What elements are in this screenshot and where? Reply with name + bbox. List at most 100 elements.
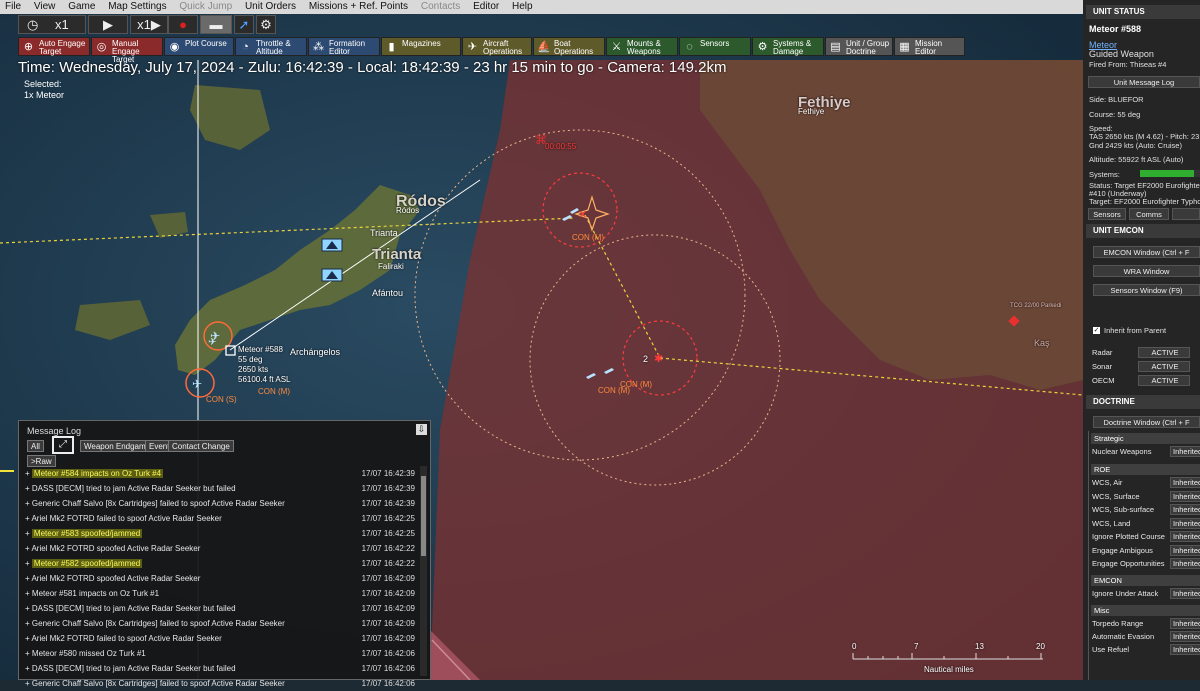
toolbar-button-12[interactable]: ▦ Mission Editor <box>894 37 965 56</box>
log-row[interactable]: + DASS [DECM] tried to jam Active Radar … <box>25 481 415 496</box>
emcon-row-value[interactable]: ACTIVE <box>1138 347 1190 358</box>
sensors-tab-button[interactable]: Sensors <box>1088 208 1126 220</box>
filter-contact-change-button[interactable]: Contact Change <box>168 440 234 452</box>
log-row[interactable]: + Generic Chaff Salvo [8x Cartridges] fa… <box>25 676 415 691</box>
toolbar-button-label: Magazines <box>402 39 441 48</box>
doctrine-row: WCS, Surface Inherited, T <box>1090 490 1200 503</box>
log-row-message: Ariel Mk2 FOTRD failed to spoof Active R… <box>31 634 222 643</box>
unit-class: Guided Weapon <box>1089 49 1154 59</box>
toolbar-button-11[interactable]: ▤ Unit / Group Doctrine <box>825 37 893 56</box>
log-row[interactable]: + Ariel Mk2 FOTRD spoofed Active Radar S… <box>25 541 415 556</box>
pause-button[interactable]: ▬ <box>200 15 232 34</box>
log-row[interactable]: + Meteor #583 spoofed/jammed 17/07 16:42:… <box>25 526 415 541</box>
wra-window-button[interactable]: WRA Window <box>1093 265 1200 277</box>
doctrine-window-button[interactable]: Doctrine Window (Ctrl + F <box>1093 416 1200 428</box>
comms-tab-button[interactable]: Comms <box>1129 208 1169 220</box>
emcon-row-value[interactable]: ACTIVE <box>1138 361 1190 372</box>
log-row[interactable]: + Meteor #582 spoofed/jammed 17/07 16:42:… <box>25 556 415 571</box>
unit-status-header[interactable]: UNIT STATUS <box>1086 5 1200 19</box>
doctrine-row-value[interactable]: Inherited, N <box>1170 446 1200 457</box>
doctrine-row-value[interactable]: Inherited, Y <box>1170 588 1200 599</box>
log-row[interactable]: + Ariel Mk2 FOTRD spoofed Active Radar S… <box>25 571 415 586</box>
emcon-window-button[interactable]: EMCON Window (Ctrl + F <box>1093 246 1200 258</box>
emcon-subheader: EMCON <box>1091 575 1200 586</box>
toolbar-button-6[interactable]: ✈ Aircraft Operations <box>462 37 532 56</box>
toolbar-button-8[interactable]: ⚔ Mounts & Weapons <box>606 37 678 56</box>
hostile-x-icon[interactable]: ✱ <box>654 352 663 365</box>
filter-weapon-endgame-button[interactable]: Weapon Endgame <box>80 440 155 452</box>
menu-view[interactable]: View <box>29 0 61 12</box>
doctrine-row-value[interactable]: Inherited, T <box>1170 477 1200 488</box>
hostile-x-icon[interactable]: ✕ <box>578 208 587 221</box>
menu-map-settings[interactable]: Map Settings <box>103 0 171 12</box>
toolbar-button-2[interactable]: ◉ Plot Course <box>164 37 234 56</box>
doctrine-row-value[interactable]: Inherited, T <box>1170 504 1200 515</box>
log-row-text: + Meteor #580 missed Oz Turk #1 <box>25 649 146 658</box>
collapse-log-button[interactable]: ⇩ <box>416 424 427 435</box>
toolbar-button-0[interactable]: ⊕ Auto Engage Target <box>18 37 90 56</box>
aircraft-icon[interactable]: ✈ <box>192 377 202 391</box>
map-label-trianta-small: Trianta <box>370 228 398 238</box>
doctrine-row-value[interactable]: Inherited, N <box>1170 531 1200 542</box>
download-arrow-icon: ⇩ <box>417 424 426 434</box>
doctrine-row-value[interactable]: Inherited, F <box>1170 618 1200 629</box>
doctrine-row-value[interactable]: Inherited, T <box>1170 517 1200 529</box>
scale-tick-20: 20 <box>1036 642 1045 651</box>
toolbar-button-3[interactable]: ◔ Throttle & Altitude <box>235 37 307 56</box>
log-row[interactable]: + Generic Chaff Salvo [8x Cartridges] fa… <box>25 616 415 631</box>
menu-quick-jump[interactable]: Quick Jump <box>174 0 237 12</box>
unit-speed-gnd: Gnd 2429 kts (Auto: Cruise) <box>1089 141 1182 150</box>
log-row[interactable]: + Meteor #584 impacts on Oz Turk #4 17/07… <box>25 466 415 481</box>
selected-unit-label[interactable]: Meteor #588 55 deg 2650 kts 56100.4 ft A… <box>238 345 291 385</box>
log-row[interactable]: + Ariel Mk2 FOTRD failed to spoof Active… <box>25 631 415 646</box>
step-button[interactable]: x1▶ <box>130 15 168 34</box>
menu-file[interactable]: File <box>0 0 26 12</box>
log-row[interactable]: + Ariel Mk2 FOTRD failed to spoof Active… <box>25 511 415 526</box>
log-row[interactable]: + Meteor #580 missed Oz Turk #1 17/07 16:… <box>25 646 415 661</box>
menu-game[interactable]: Game <box>63 0 100 12</box>
log-scroll-thumb[interactable] <box>421 476 426 556</box>
log-row-time: 17/07 16:42:09 <box>361 604 415 613</box>
log-row[interactable]: + DASS [DECM] tried to jam Active Radar … <box>25 661 415 676</box>
log-row[interactable]: + Generic Chaff Salvo [8x Cartridges] fa… <box>25 496 415 511</box>
toolbar-button-4[interactable]: ⁂ Formation Editor <box>308 37 380 56</box>
filter-all-button[interactable]: All <box>27 440 44 452</box>
toolbar-button-1[interactable]: ◎ Manual Engage Target <box>91 37 163 64</box>
toolbar-button-7[interactable]: ⛵ Boat Operations <box>533 37 605 56</box>
arrow-icon: ➚ <box>238 17 250 32</box>
doctrine-row-value[interactable]: Inherited, A <box>1170 644 1200 655</box>
unit-emcon-header[interactable]: UNIT EMCON <box>1086 224 1200 238</box>
doctrine-row-value[interactable]: Inherited, N <box>1170 544 1200 556</box>
doctrine-row-label: Nuclear Weapons <box>1092 447 1152 456</box>
record-button[interactable]: ● <box>168 15 198 34</box>
settings-button[interactable]: ⚙ <box>256 15 276 34</box>
jump-button[interactable]: ➚ <box>234 15 254 34</box>
log-row[interactable]: + Meteor #581 impacts on Oz Turk #1 17/07… <box>25 586 415 601</box>
more-tab-button[interactable] <box>1172 208 1200 220</box>
toolbar-button-5[interactable]: ▮ Magazines <box>381 37 461 56</box>
map-label-rodos-small: Ródos <box>396 206 420 215</box>
inherit-checkbox[interactable]: ✓ <box>1093 327 1100 334</box>
doctrine-row-value[interactable]: Inherited, Y <box>1170 631 1200 642</box>
menu-unit-orders[interactable]: Unit Orders <box>240 0 301 12</box>
time-compression-button[interactable]: ◷ x1 <box>18 15 86 34</box>
doctrine-header[interactable]: DOCTRINE <box>1086 395 1200 409</box>
log-scrollbar[interactable] <box>420 466 427 676</box>
toolbar-button-9[interactable]: ◌ Sensors <box>679 37 751 56</box>
toolbar-button-10[interactable]: ⚙ Systems & Damage <box>752 37 824 56</box>
unit-message-log-button[interactable]: Unit Message Log <box>1088 76 1200 88</box>
log-row[interactable]: + DASS [DECM] tried to jam Active Radar … <box>25 601 415 616</box>
aircraft-icon[interactable]: ✈ <box>208 337 216 348</box>
menu-missions[interactable]: Missions + Ref. Points <box>304 0 413 12</box>
play-button[interactable]: ▶ <box>88 15 128 34</box>
doctrine-row-value[interactable]: Inherited, N <box>1170 558 1200 569</box>
menu-contacts[interactable]: Contacts <box>416 0 465 12</box>
doctrine-row-label: WCS, Surface <box>1092 491 1140 501</box>
menu-help[interactable]: Help <box>507 0 538 12</box>
doctrine-row-value[interactable]: Inherited, T <box>1170 490 1200 502</box>
emcon-row-value[interactable]: ACTIVE <box>1138 375 1190 386</box>
menu-editor[interactable]: Editor <box>468 0 504 12</box>
log-row-time: 17/07 16:42:22 <box>361 559 415 568</box>
sensors-window-button[interactable]: Sensors Window (F9) <box>1093 284 1200 296</box>
expand-log-button[interactable]: ⤢ <box>52 436 74 454</box>
